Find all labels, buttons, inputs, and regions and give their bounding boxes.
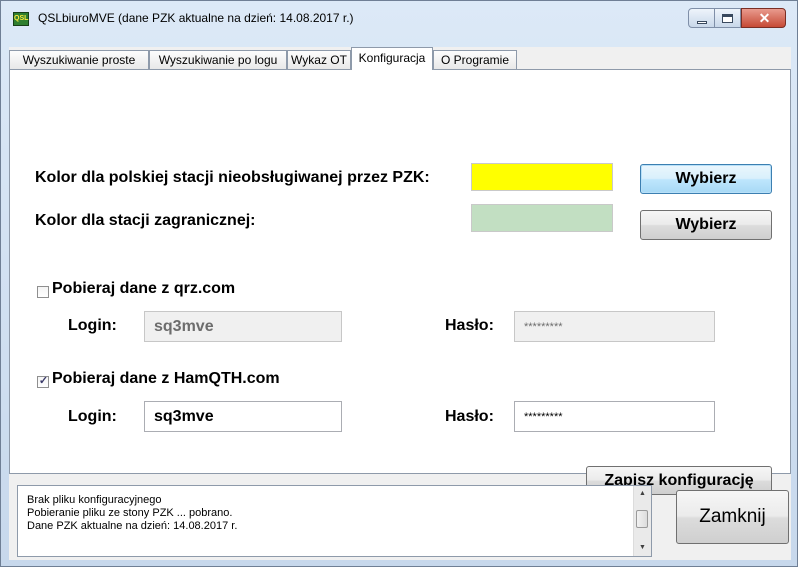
qsl-app-icon: QSL [13, 12, 29, 26]
hamqth-password-label: Hasło: [445, 408, 494, 425]
close-window-button[interactable]: ✕ [741, 8, 786, 28]
polish-color-swatch [471, 163, 613, 191]
tab-konfiguracja[interactable]: Konfiguracja [351, 47, 433, 70]
log-line: Pobieranie pliku ze stony PZK ... pobran… [27, 507, 233, 519]
choose-polish-color-button[interactable]: Wybierz [640, 164, 772, 194]
scroll-down-icon[interactable]: ▼ [634, 541, 651, 555]
hamqth-checkbox-label: Pobieraj dane z HamQTH.com [52, 370, 280, 387]
qrz-checkbox[interactable] [37, 286, 49, 298]
close-app-button[interactable]: Zamknij [676, 490, 789, 544]
tab-wyszukiwanie-po-logu[interactable]: Wyszukiwanie po logu [149, 50, 287, 69]
minimize-button[interactable] [688, 8, 715, 28]
client-area: Wyszukiwanie proste Wyszukiwanie po logu… [9, 47, 791, 560]
log-scrollbar[interactable]: ▲ ▼ [633, 486, 651, 556]
qrz-login-input[interactable] [144, 311, 342, 342]
window-title: QSLbiuroMVE (dane PZK aktualne na dzień:… [38, 11, 354, 25]
status-log[interactable]: Brak pliku konfiguracyjnego Pobieranie p… [17, 485, 652, 557]
close-icon: ✕ [758, 10, 771, 26]
tab-o-programie[interactable]: O Programie [433, 50, 517, 69]
hamqth-password-input[interactable] [514, 401, 715, 432]
title-bar[interactable]: QSL QSLbiuroMVE (dane PZK aktualne na dz… [1, 1, 797, 35]
maximize-icon [722, 14, 733, 23]
app-window: QSL QSLbiuroMVE (dane PZK aktualne na dz… [0, 0, 798, 567]
polish-color-label: Kolor dla polskiej stacji nieobsługiwane… [35, 169, 430, 186]
minimize-icon [697, 21, 707, 24]
checkmark-icon: ✓ [38, 375, 49, 387]
qrz-password-label: Hasło: [445, 317, 494, 334]
hamqth-login-label: Login: [68, 408, 117, 425]
tab-strip: Wyszukiwanie proste Wyszukiwanie po logu… [9, 47, 791, 70]
scroll-up-icon[interactable]: ▲ [634, 487, 651, 501]
qrz-checkbox-label: Pobieraj dane z qrz.com [52, 280, 236, 297]
qrz-password-input[interactable] [514, 311, 715, 342]
hamqth-checkbox[interactable]: ✓ [37, 375, 49, 388]
config-panel: Kolor dla polskiej stacji nieobsługiwane… [9, 69, 791, 495]
foreign-color-label: Kolor dla stacji zagranicznej: [35, 212, 256, 229]
tab-wykaz-ot[interactable]: Wykaz OT [287, 50, 351, 69]
tab-wyszukiwanie-proste[interactable]: Wyszukiwanie proste [9, 50, 149, 69]
maximize-button[interactable] [715, 8, 741, 28]
scroll-thumb[interactable] [636, 510, 648, 528]
hamqth-login-input[interactable] [144, 401, 342, 432]
log-line: Brak pliku konfiguracyjnego [27, 494, 162, 506]
foreign-color-swatch [471, 204, 613, 232]
qrz-login-label: Login: [68, 317, 117, 334]
choose-foreign-color-button[interactable]: Wybierz [640, 210, 772, 240]
log-line: Dane PZK aktualne na dzień: 14.08.2017 r… [27, 520, 238, 532]
